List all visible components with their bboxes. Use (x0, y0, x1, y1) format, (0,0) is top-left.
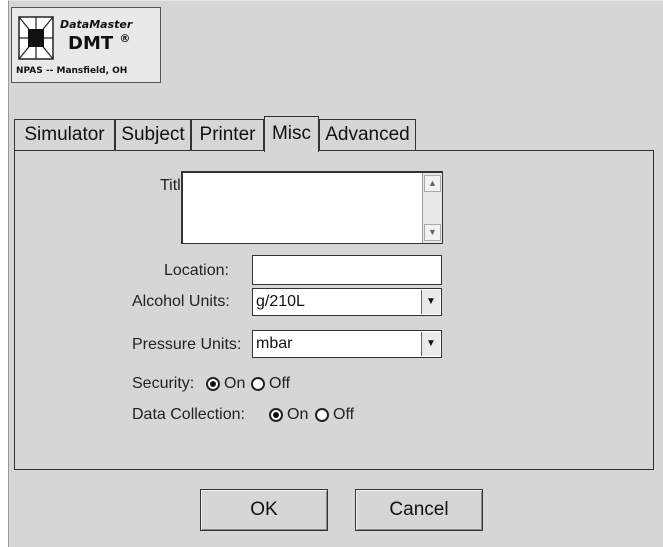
location-label: Location: (164, 262, 229, 279)
location-input[interactable] (252, 255, 442, 285)
alcohol-units-label: Alcohol Units: (132, 293, 230, 310)
security-off-radio[interactable] (251, 377, 265, 391)
data-collection-on-label: On (287, 406, 309, 423)
pressure-units-select[interactable]: mbar ▼ (252, 330, 442, 358)
tab-advanced[interactable]: Advanced (319, 119, 416, 151)
scroll-up-icon[interactable]: ▲ (424, 175, 441, 192)
datamaster-logo-icon (18, 16, 54, 60)
ok-button[interactable]: OK (200, 489, 328, 531)
registered-mark: ® (119, 32, 131, 45)
dialog-window: DataMaster DMT ® NPAS -- Mansfield, OH S… (8, 0, 663, 547)
title-textarea[interactable]: ▲ ▼ (181, 171, 443, 244)
security-on-radio[interactable] (206, 377, 220, 391)
cancel-button[interactable]: Cancel (355, 489, 483, 531)
logo-site: NPAS -- Mansfield, OH (16, 66, 128, 76)
logo-model: DMT ® (68, 32, 130, 54)
tab-misc[interactable]: Misc (264, 116, 319, 152)
chevron-down-icon[interactable]: ▼ (421, 290, 440, 314)
data-collection-off-radio[interactable] (315, 408, 329, 422)
security-label: Security: (132, 375, 195, 392)
misc-panel: Title: ▲ ▼ Location: Alcohol Units: g/21… (14, 150, 654, 470)
security-on-label: On (224, 375, 246, 392)
tab-subject[interactable]: Subject (115, 119, 191, 151)
scroll-down-icon[interactable]: ▼ (424, 224, 441, 241)
pressure-units-value: mbar (256, 335, 293, 352)
data-collection-label: Data Collection: (132, 406, 245, 423)
pressure-units-label: Pressure Units: (132, 336, 242, 353)
alcohol-units-value: g/210L (256, 293, 305, 310)
datamaster-logo: DataMaster DMT ® NPAS -- Mansfield, OH (11, 7, 161, 83)
alcohol-units-select[interactable]: g/210L ▼ (252, 288, 442, 316)
data-collection-off-label: Off (333, 406, 355, 423)
security-off-label: Off (269, 375, 291, 392)
title-scrollbar[interactable]: ▲ ▼ (422, 173, 442, 243)
logo-model-text: DMT (68, 33, 114, 54)
tab-printer[interactable]: Printer (191, 119, 264, 151)
tab-simulator[interactable]: Simulator (14, 119, 115, 151)
data-collection-on-radio[interactable] (269, 408, 283, 422)
logo-brand: DataMaster (60, 18, 133, 31)
chevron-down-icon[interactable]: ▼ (421, 332, 440, 356)
